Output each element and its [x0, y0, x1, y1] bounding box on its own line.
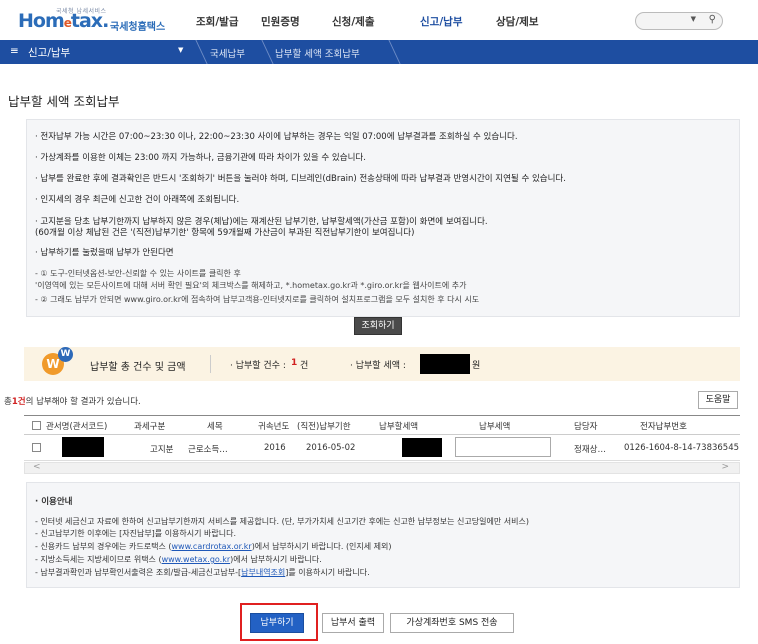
horizontal-scrollbar[interactable]: < > [24, 462, 740, 474]
gnb-item-0[interactable]: 조회/발급 [196, 14, 238, 29]
nav-separator [184, 40, 208, 64]
notice-line: · 가상계좌를 이용한 이체는 23:00 까지 가능하나, 금융기관에 따라 … [35, 153, 366, 163]
gnb-item-1[interactable]: 민원증명 [261, 14, 300, 29]
highlight-box [240, 603, 318, 641]
header-payment-no: 전자납부번호 [640, 422, 687, 432]
w-logo-small-icon: W [58, 347, 73, 362]
payment-history-link[interactable]: 납부내역조회 [241, 568, 285, 577]
payment-amount-input[interactable] [455, 437, 551, 457]
cell-tax-class: 고지분 [150, 445, 174, 455]
cardrotax-link[interactable]: www.cardrotax.or.kr [171, 542, 251, 551]
notice-line: · 전자납부 가능 시간은 07:00~23:30 이나, 22:00~23:3… [35, 132, 518, 142]
cell-tax-item: 근로소득… [188, 445, 228, 455]
result-suffix: 의 납부해야 할 결과가 있습니다. [25, 397, 141, 407]
header-due-date: (직전)납부기한 [297, 422, 351, 432]
notice-line: · 인지세의 경우 최근에 신고한 건이 아래쪽에 조회됩니다. [35, 195, 240, 205]
header-office: 관서명(관서코드) [46, 422, 108, 432]
nav-separator [250, 40, 274, 64]
redacted-amount [420, 354, 470, 374]
notice-line: · 납부를 완료한 후에 결과확인은 반드시 '조회하기' 버튼을 눌러야 하며… [35, 174, 566, 184]
print-bill-button[interactable]: 납부서 출력 [322, 613, 384, 633]
gnb-item-4[interactable]: 상담/제보 [496, 14, 538, 29]
count-unit: 건 [300, 361, 309, 371]
dropdown-arrow-icon[interactable]: ▼ [691, 15, 696, 23]
header-manager: 담당자 [574, 422, 598, 432]
info-card-pre: - 신용카드 납부의 경우에는 카드로택스 ( [35, 542, 172, 551]
cell-manager: 정재상… [574, 445, 606, 455]
page-title: 납부할 세액 조회납부 [8, 94, 120, 109]
breadcrumb-1[interactable]: 납부할 세액 조회납부 [275, 46, 360, 60]
header-tax-class: 과세구분 [134, 422, 166, 432]
search-input[interactable]: ▼ ⚲ [635, 12, 723, 30]
cell-due-date: 2016-05-02 [306, 443, 356, 453]
table-row[interactable]: 고지분 근로소득… 2016 2016-05-02 정재상… 0126-1604… [24, 435, 740, 461]
search-icon[interactable]: ⚲ [709, 14, 716, 25]
info-line-wetax: - 지방소득세는 지방세이므로 위택스 (www.wetax.go.kr)에서 … [35, 554, 322, 565]
table-header: 관서명(관서코드) 과세구분 세목 귀속년도 (직전)납부기한 납부할세액 납부… [24, 415, 740, 435]
scroll-right-icon[interactable]: > [721, 462, 729, 472]
summary-divider [210, 355, 211, 373]
notice-sub-line: - ① 도구-인터넷옵션-보안-신뢰할 수 있는 사이트를 클릭한 후 [35, 269, 241, 278]
nav-separator [377, 40, 401, 64]
menu-icon[interactable]: ≡ [10, 45, 19, 57]
info-card-post: )에서 납부하시기 바랍니다. (인지세 제외) [251, 542, 392, 551]
redacted-office [62, 437, 104, 457]
cell-year: 2016 [264, 443, 286, 453]
count-label: · 납부할 건수 : [230, 361, 286, 371]
info-line: - 인터넷 세금신고 자료에 한하여 신고납부기한까지 서비스를 제공합니다. … [35, 517, 529, 526]
header-amount-due: 납부할세액 [379, 422, 419, 432]
notice-sub-line: '이영역에 있는 모든사이트에 대해 서버 확인 필요'의 체크박스를 해제하고… [35, 281, 467, 290]
header-tax-item: 세목 [207, 422, 223, 432]
notice-line: · 납부하기를 눌렀을때 납부가 안된다면 [35, 248, 174, 258]
info-result-pre: - 납부결과확인과 납부확인서출력은 조회/발급-세금신고납부-[ [35, 568, 242, 577]
info-line-result: - 납부결과확인과 납부확인서출력은 조회/발급-세금신고납부-[납부내역조회]… [35, 567, 370, 578]
help-button[interactable]: 도움말 [698, 391, 738, 409]
wetax-link[interactable]: www.wetax.go.kr [162, 555, 231, 564]
info-title: · 이용안내 [35, 497, 73, 507]
info-wetax-post: )에서 납부하시기 바랍니다. [230, 555, 322, 564]
logo-sub-text: 국세청홈택스 [110, 22, 166, 33]
header-year: 귀속년도 [258, 422, 290, 432]
notice-box: · 전자납부 가능 시간은 07:00~23:30 이나, 22:00~23:3… [26, 119, 740, 317]
sms-send-button[interactable]: 가상계좌번호 SMS 전송 [390, 613, 514, 633]
usage-info-box: · 이용안내 - 인터넷 세금신고 자료에 한하여 신고납부기한까지 서비스를 … [26, 482, 740, 588]
header-payment-amount: 납부세액 [479, 422, 511, 432]
amount-label: · 납부할 세액 : [350, 361, 406, 371]
inquiry-button[interactable]: 조회하기 [354, 317, 402, 335]
result-prefix: 총 [4, 397, 12, 407]
info-line: - 신고납부기한 이후에는 [자진납부]를 이용하시기 바랍니다. [35, 529, 237, 538]
amount-unit: 원 [472, 361, 481, 371]
summary-panel: W W 납부할 총 건수 및 금액 · 납부할 건수 : 1 건 · 납부할 세… [24, 347, 740, 381]
redacted-amount-due [402, 438, 442, 457]
info-result-post: ]를 이용하시기 바랍니다. [285, 568, 370, 577]
logo-main-text: Hometax. [18, 10, 109, 32]
count-value: 1 [291, 358, 298, 368]
gnb-item-2[interactable]: 신청/제출 [332, 14, 374, 29]
info-line-card: - 신용카드 납부의 경우에는 카드로택스 (www.cardrotax.or.… [35, 541, 392, 552]
cell-payment-no: 0126-1604-8-14-73836545 [624, 443, 740, 453]
notice-sub-line: - ② 그래도 납부가 안되면 www.giro.or.kr에 접속하여 납부고… [35, 295, 480, 304]
summary-label: 납부할 총 건수 및 금액 [90, 362, 186, 373]
hometax-logo[interactable]: 국세청 납세서비스 Hometax. 국세청홈택스 [18, 6, 168, 36]
nav-dropdown-icon[interactable]: ▼ [178, 46, 183, 54]
notice-line: (60개월 이상 체납된 건은 '(직전)납부기한' 항목에 59개월째 가산금… [35, 228, 415, 238]
select-all-checkbox[interactable] [32, 421, 41, 430]
breadcrumb-0[interactable]: 국세납부 [210, 46, 245, 60]
scroll-left-icon[interactable]: < [33, 462, 41, 472]
navigation-bar: ≡ 신고/납부 ▼ 국세납부 납부할 세액 조회납부 [0, 40, 758, 64]
result-count-text: 총1건의 납부해야 할 결과가 있습니다. [4, 395, 141, 407]
result-count: 1건 [11, 397, 26, 407]
nav-menu-label[interactable]: 신고/납부 [28, 45, 70, 60]
gnb-item-3[interactable]: 신고/납부 [420, 14, 462, 29]
top-header: 국세청 납세서비스 Hometax. 국세청홈택스 조회/발급 민원증명 신청/… [0, 0, 758, 40]
info-wetax-pre: - 지방소득세는 지방세이므로 위택스 ( [35, 555, 162, 564]
row-checkbox[interactable] [32, 443, 41, 452]
